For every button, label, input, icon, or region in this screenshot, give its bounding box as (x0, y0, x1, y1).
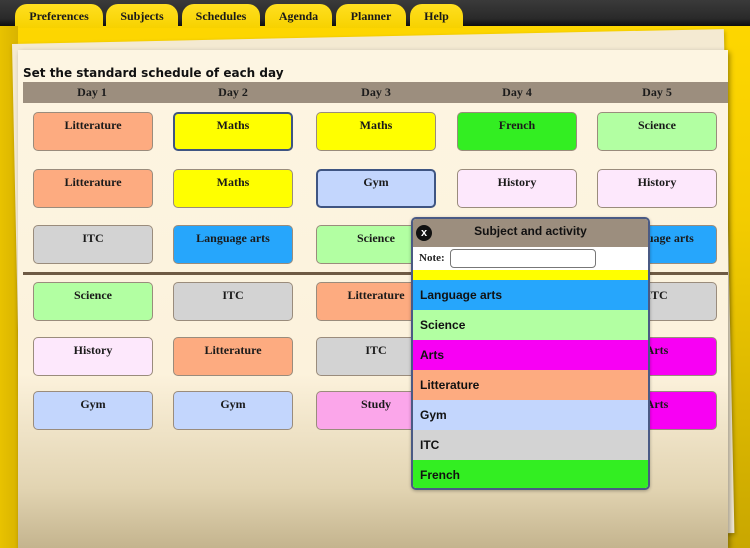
subject-option[interactable]: Arts (413, 340, 648, 370)
schedule-cell-day2-slot2[interactable]: Maths (173, 169, 293, 208)
tab-agenda[interactable]: Agenda (265, 4, 332, 28)
day-header-row: Day 1 Day 2 Day 3 Day 4 Day 5 (23, 82, 728, 103)
schedule-cell-day4-slot1[interactable]: French (457, 112, 577, 151)
note-label: Note: (419, 252, 445, 264)
schedule-cell-day3-slot2[interactable]: Gym (316, 169, 436, 208)
subject-option[interactable]: Litterature (413, 370, 648, 400)
subject-picker-popup: x Subject and activity Note: Language ar… (411, 217, 650, 490)
note-row: Note: (413, 247, 648, 270)
day-3-header: Day 3 (361, 85, 391, 99)
subject-label: Science (638, 118, 676, 132)
subject-option[interactable]: ITC (413, 430, 648, 460)
subject-label: Litterature (204, 343, 262, 357)
subject-label: Science (74, 288, 112, 302)
schedule-cell-day2-slot3[interactable]: Language arts (173, 225, 293, 264)
subject-label: Maths (216, 118, 250, 132)
schedule-cell-day5-slot1[interactable]: Science (597, 112, 717, 151)
subject-option[interactable]: Language arts (413, 280, 648, 310)
tab-help[interactable]: Help (410, 4, 463, 28)
schedule-cell-day4-slot2[interactable]: History (457, 169, 577, 208)
schedule-cell-day1-slot5[interactable]: History (33, 337, 153, 376)
day-5-header: Day 5 (642, 85, 672, 99)
subject-label: Litterature (64, 175, 122, 189)
schedule-cell-day5-slot2[interactable]: History (597, 169, 717, 208)
subject-label: Gym (220, 397, 246, 411)
tab-preferences[interactable]: Preferences (15, 4, 103, 28)
subject-label: History (637, 175, 677, 189)
subject-label: History (73, 343, 113, 357)
subject-option[interactable]: French (413, 460, 648, 488)
subject-label: Science (357, 231, 395, 245)
page-title: Set the standard schedule of each day (23, 66, 284, 80)
close-icon[interactable]: x (416, 225, 432, 241)
schedule-cell-day2-slot6[interactable]: Gym (173, 391, 293, 430)
note-input[interactable] (450, 249, 596, 268)
subject-label: ITC (222, 288, 244, 302)
day-1-header: Day 1 (77, 85, 107, 99)
subject-label: Gym (363, 175, 389, 189)
popup-header: x Subject and activity (413, 219, 648, 247)
day-4-header: Day 4 (502, 85, 532, 99)
subject-option[interactable]: Science (413, 310, 648, 340)
schedule-cell-day1-slot6[interactable]: Gym (33, 391, 153, 430)
subject-label: ITC (365, 343, 387, 357)
subject-label: Maths (359, 118, 393, 132)
tab-subjects[interactable]: Subjects (106, 4, 178, 28)
subject-option-list[interactable]: Language arts Science Arts Litterature Gym IT… (413, 270, 648, 488)
subject-label: Litterature (347, 288, 405, 302)
schedule-cell-day2-slot5[interactable]: Litterature (173, 337, 293, 376)
subject-option[interactable]: Gym (413, 400, 648, 430)
subject-label: Language arts (196, 231, 270, 245)
subject-label: Study (360, 397, 392, 411)
subject-label: History (497, 175, 537, 189)
schedule-cell-day2-slot1[interactable]: Maths (173, 112, 293, 151)
subject-option[interactable] (413, 270, 648, 280)
schedule-cell-day1-slot3[interactable]: ITC (33, 225, 153, 264)
schedule-cell-day2-slot4[interactable]: ITC (173, 282, 293, 321)
subject-label: Gym (80, 397, 106, 411)
subject-label: Maths (216, 175, 250, 189)
schedule-cell-day1-slot2[interactable]: Litterature (33, 169, 153, 208)
day-2-header: Day 2 (218, 85, 248, 99)
tab-schedules[interactable]: Schedules (182, 4, 260, 28)
subject-label: French (498, 118, 536, 132)
schedule-cell-day3-slot1[interactable]: Maths (316, 112, 436, 151)
subject-label: Litterature (64, 118, 122, 132)
tab-planner[interactable]: Planner (336, 4, 406, 28)
subject-label: ITC (82, 231, 104, 245)
popup-title: Subject and activity (474, 224, 587, 238)
schedule-cell-day1-slot1[interactable]: Litterature (33, 112, 153, 151)
schedule-cell-day1-slot4[interactable]: Science (33, 282, 153, 321)
